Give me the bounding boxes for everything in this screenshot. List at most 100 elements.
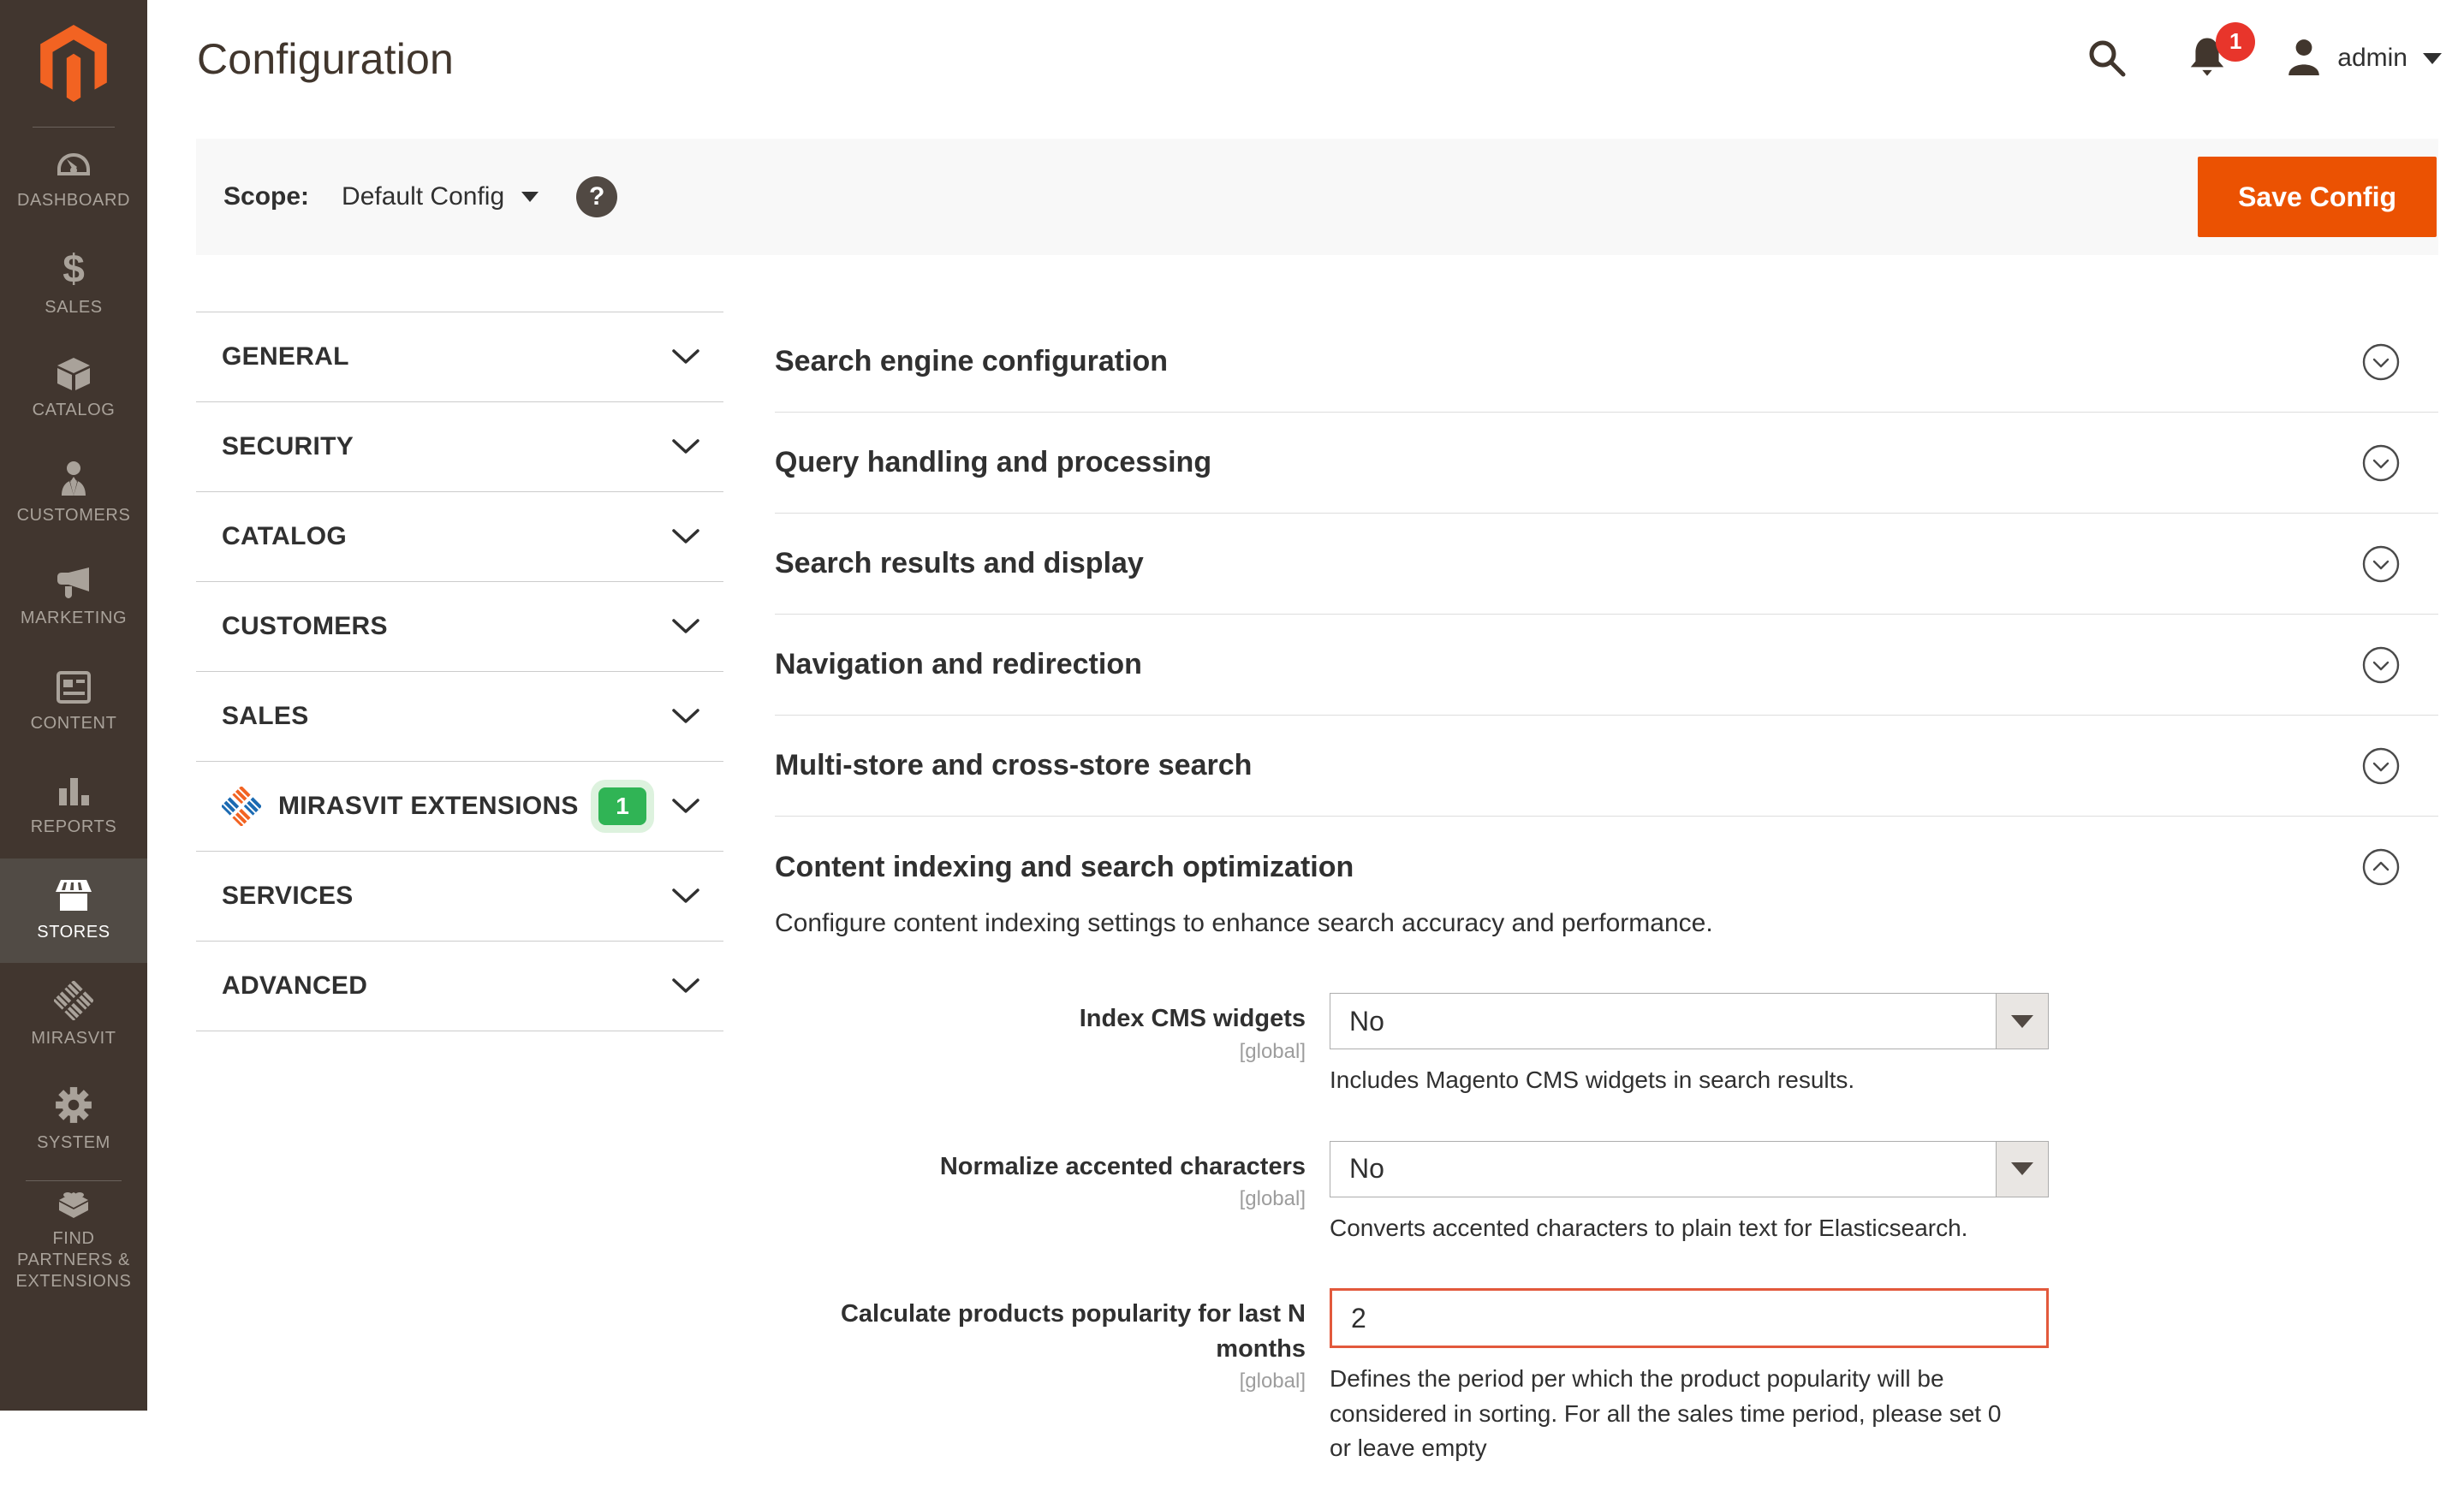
sidebar-item-mirasvit[interactable]: MIRASVIT: [0, 963, 147, 1067]
search-icon[interactable]: [2086, 37, 2128, 80]
sidebar-item-content[interactable]: CONTENT: [0, 650, 147, 754]
field-scope: [global]: [775, 1369, 1306, 1393]
config-section-nav: GENERAL SECURITY CATALOG CUSTOMERS: [196, 312, 723, 1031]
chevron-down-icon: [521, 192, 539, 202]
normalize-accented-characters-select[interactable]: No: [1330, 1141, 2049, 1197]
config-nav-label: CATALOG: [222, 522, 347, 551]
sidebar-item-label: CONTENT: [26, 713, 122, 734]
sidebar-item-label: MIRASVIT: [26, 1028, 121, 1049]
section-content-indexing[interactable]: Content indexing and search optimization: [775, 817, 2438, 918]
section-navigation-redirection[interactable]: Navigation and redirection: [775, 615, 2438, 716]
section-title: Search results and display: [775, 547, 1144, 580]
sidebar-item-label: SYSTEM: [32, 1132, 116, 1154]
admin-user-menu[interactable]: admin: [2284, 37, 2442, 80]
sidebar-item-system[interactable]: SYSTEM: [0, 1067, 147, 1172]
magento-logo-icon: [39, 23, 109, 104]
chevron-down-icon: [672, 978, 699, 994]
scope-selector[interactable]: Default Config: [342, 182, 539, 211]
caret-down-icon: [2011, 1162, 2033, 1175]
config-nav-catalog[interactable]: CATALOG: [196, 492, 723, 582]
chevron-down-icon: [2423, 53, 2442, 64]
scope-bar: Scope: Default Config ? Save Config: [196, 139, 2438, 255]
dashboard-icon: [54, 148, 93, 182]
select-value: No: [1330, 1006, 1384, 1037]
extensions-icon: [53, 1185, 94, 1221]
section-multi-store-search[interactable]: Multi-store and cross-store search: [775, 716, 2438, 817]
main-area: Configuration 1: [147, 0, 2464, 1411]
config-nav-security[interactable]: SECURITY: [196, 402, 723, 492]
config-nav-label: SALES: [222, 702, 309, 731]
config-nav-sales[interactable]: SALES: [196, 672, 723, 762]
config-nav-general[interactable]: GENERAL: [196, 312, 723, 402]
select-dropdown-button[interactable]: [1996, 1141, 2049, 1197]
config-nav-label: MIRASVIT EXTENSIONS: [278, 792, 579, 821]
sidebar-item-stores[interactable]: STORES: [0, 858, 147, 963]
section-search-results[interactable]: Search results and display: [775, 514, 2438, 615]
scope-label: Scope:: [223, 182, 309, 211]
config-nav-label: SECURITY: [222, 432, 354, 461]
section-description: Configure content indexing settings to e…: [775, 909, 2438, 938]
catalog-icon: [54, 356, 93, 392]
field-products-popularity-months: Calculate products popularity for last N…: [775, 1288, 2438, 1466]
mirasvit-icon: [54, 981, 93, 1020]
system-icon: [54, 1085, 93, 1125]
save-config-button[interactable]: Save Config: [2198, 157, 2437, 237]
sidebar-item-sales[interactable]: $ SALES: [0, 232, 147, 336]
chevron-down-circle-icon: [2361, 342, 2401, 382]
config-nav-customers[interactable]: CUSTOMERS: [196, 582, 723, 672]
sidebar-item-catalog[interactable]: CATALOG: [0, 336, 147, 441]
sidebar-item-label: STORES: [32, 922, 115, 943]
chevron-down-icon: [672, 619, 699, 634]
chevron-down-circle-icon: [2361, 746, 2401, 786]
products-popularity-months-input[interactable]: [1330, 1288, 2049, 1348]
mirasvit-extensions-icon: [222, 787, 261, 826]
field-scope: [global]: [775, 1187, 1306, 1211]
notification-count-badge: 1: [2216, 22, 2255, 62]
field-normalize-accented-characters: Normalize accented characters [global] N…: [775, 1141, 2438, 1246]
chevron-up-circle-icon: [2361, 847, 2401, 887]
user-icon: [2284, 37, 2324, 80]
svg-text:$: $: [62, 250, 85, 289]
admin-user-name: admin: [2337, 44, 2407, 73]
sidebar-item-label: FIND PARTNERS & EXTENSIONS: [0, 1228, 147, 1292]
sidebar-item-label: SALES: [39, 297, 107, 318]
sidebar-item-marketing[interactable]: MARKETING: [0, 545, 147, 650]
sidebar-item-find-partners[interactable]: FIND PARTNERS & EXTENSIONS: [0, 1188, 147, 1289]
config-nav-label: SERVICES: [222, 882, 354, 911]
sidebar-item-dashboard[interactable]: DASHBOARD: [0, 128, 147, 232]
magento-logo[interactable]: [0, 0, 147, 127]
notifications-button[interactable]: 1: [2185, 34, 2229, 83]
chevron-down-circle-icon: [2361, 544, 2401, 584]
sidebar-item-label: CATALOG: [27, 400, 121, 421]
field-note: Includes Magento CMS widgets in search r…: [1330, 1063, 2015, 1098]
sidebar-item-reports[interactable]: REPORTS: [0, 754, 147, 858]
field-note: Converts accented characters to plain te…: [1330, 1211, 2015, 1246]
page-header: Configuration 1: [147, 0, 2464, 139]
marketing-icon: [54, 566, 93, 600]
chevron-down-icon: [672, 439, 699, 454]
section-title: Navigation and redirection: [775, 648, 1142, 681]
section-title: Search engine configuration: [775, 345, 1168, 378]
select-dropdown-button[interactable]: [1996, 993, 2049, 1049]
chevron-down-circle-icon: [2361, 443, 2401, 483]
chevron-down-circle-icon: [2361, 645, 2401, 685]
index-cms-widgets-select[interactable]: No: [1330, 993, 2049, 1049]
config-nav-services[interactable]: SERVICES: [196, 852, 723, 942]
sidebar-divider: [26, 1180, 122, 1181]
scope-value: Default Config: [342, 182, 504, 211]
section-search-engine-configuration[interactable]: Search engine configuration: [775, 312, 2438, 413]
chevron-down-icon: [672, 529, 699, 544]
sidebar-item-label: REPORTS: [26, 817, 122, 838]
help-icon[interactable]: ?: [576, 176, 617, 217]
sidebar-item-label: CUSTOMERS: [12, 505, 136, 526]
config-sections: Search engine configuration Query handli…: [775, 312, 2438, 1509]
config-nav-advanced[interactable]: ADVANCED: [196, 942, 723, 1031]
section-query-handling[interactable]: Query handling and processing: [775, 413, 2438, 514]
chevron-down-icon: [672, 799, 699, 814]
sidebar-item-customers[interactable]: CUSTOMERS: [0, 441, 147, 545]
field-label: Index CMS widgets: [775, 1001, 1306, 1037]
caret-down-icon: [2011, 1015, 2033, 1028]
content-indexing-form: Index CMS widgets [global] No Includes M…: [775, 993, 2438, 1466]
config-nav-mirasvit-extensions[interactable]: MIRASVIT EXTENSIONS 1: [196, 762, 723, 852]
field-label: Calculate products popularity for last N…: [775, 1297, 1306, 1366]
